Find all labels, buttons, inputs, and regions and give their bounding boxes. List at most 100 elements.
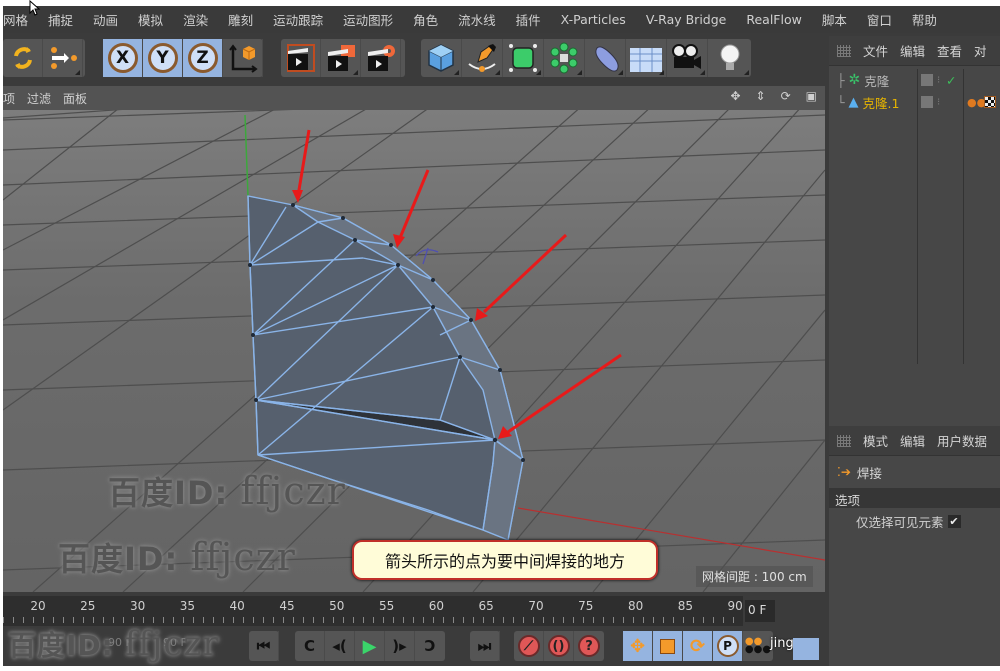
menu-item[interactable]: V-Ray Bridge — [646, 12, 727, 27]
cloner-button[interactable] — [544, 39, 585, 77]
menu-item[interactable]: X-Particles — [561, 12, 626, 27]
render-view-button[interactable] — [281, 39, 321, 77]
watermark-1: 百度ID: ffjczr — [108, 468, 346, 514]
render-settings-button[interactable] — [361, 39, 401, 77]
layout-button[interactable] — [793, 638, 819, 660]
menu-item[interactable]: 插件 — [516, 10, 541, 29]
timeline-tick-label: 45 — [279, 599, 295, 613]
play-button[interactable]: ▶ — [355, 631, 385, 661]
options-section-header[interactable]: 选项 — [829, 488, 1000, 508]
menu-item[interactable]: 运动图形 — [343, 10, 393, 29]
previous-key-button[interactable]: C — [295, 631, 325, 661]
menu-item[interactable]: 模拟 — [138, 10, 163, 29]
option-row: 仅选择可见元素 ✔ — [829, 508, 1000, 534]
menu-item[interactable]: 流水线 — [458, 10, 496, 29]
next-frame-button[interactable]: )▸ — [385, 631, 415, 661]
coordinate-system-button[interactable] — [223, 39, 263, 77]
autokey-button[interactable]: () — [544, 631, 574, 661]
arrow-2-head — [393, 234, 405, 248]
viewport-menu-filter[interactable]: 过滤 — [27, 90, 51, 107]
pen-tool-button[interactable] — [462, 39, 503, 77]
floor-button[interactable] — [626, 39, 667, 77]
menu-item[interactable]: RealFlow — [746, 12, 801, 27]
am-menu-edit[interactable]: 编辑 — [900, 431, 925, 450]
next-key-button[interactable]: Ↄ — [415, 631, 445, 661]
keyframe-help-button[interactable]: ? — [574, 631, 604, 661]
previous-key-icon: C — [303, 637, 315, 655]
move-view-icon[interactable]: ✥ — [730, 89, 740, 103]
previous-frame-button[interactable]: ◂( — [325, 631, 355, 661]
point-level-button[interactable]: ●● ●●● — [743, 631, 773, 661]
arrow-4 — [507, 353, 622, 434]
visibility-dots-icon[interactable]: ⁝ — [937, 75, 940, 86]
om-menu-file[interactable]: 文件 — [863, 41, 888, 60]
cube-button[interactable] — [421, 39, 462, 77]
annotation-callout: 箭头所示的点为要中间焊接的地方 — [352, 540, 658, 580]
toolbar-group-axis: X Y Z — [103, 39, 263, 77]
3d-viewport[interactable] — [3, 110, 825, 592]
menu-item[interactable]: 窗口 — [867, 10, 892, 29]
menu-item[interactable]: 网格 — [3, 10, 28, 29]
texture-tag-icon[interactable] — [984, 96, 996, 108]
menu-item[interactable]: 动画 — [93, 10, 118, 29]
viewport-menu-item[interactable]: 项 — [3, 90, 15, 107]
om-menu-view[interactable]: 查看 — [937, 41, 962, 60]
menu-item[interactable]: 脚本 — [822, 10, 847, 29]
maximize-view-icon[interactable]: ▣ — [806, 89, 817, 103]
visibility-dots-icon[interactable]: ⁝ — [937, 97, 940, 108]
render-picture-viewer-button[interactable] — [321, 39, 361, 77]
layer-icon[interactable] — [921, 96, 933, 108]
position-key-button[interactable]: ✥ — [623, 631, 653, 661]
om-menu-edit[interactable]: 编辑 — [900, 41, 925, 60]
timeline-tick-label: 40 — [229, 599, 245, 613]
toolbar-group-modes — [3, 39, 85, 77]
object-name[interactable]: 克隆 — [864, 71, 889, 90]
timeline-tick-label: 65 — [478, 599, 494, 613]
rotation-key-button[interactable]: ⟳ — [683, 631, 713, 661]
parameter-key-button[interactable]: P — [713, 631, 743, 661]
subdivision-surface-button[interactable] — [503, 39, 544, 77]
current-frame-field[interactable]: 0 F — [745, 600, 775, 622]
panel-grip-icon[interactable] — [837, 44, 851, 57]
weld-tool-button[interactable] — [43, 39, 83, 77]
object-row-cloner-1[interactable]: └ ▲ 克隆.1 ⁝ ●● — [829, 91, 1000, 113]
camera-button[interactable] — [667, 39, 708, 77]
scale-key-button[interactable] — [653, 631, 683, 661]
timeline-tick-label: 70 — [528, 599, 544, 613]
menu-item[interactable]: 帮助 — [912, 10, 937, 29]
go-to-end-button[interactable]: ⏭ — [470, 631, 500, 661]
layer-icon[interactable] — [921, 74, 933, 86]
reload-button[interactable] — [3, 39, 43, 77]
menu-item[interactable]: 雕刻 — [228, 10, 253, 29]
x-axis-lock-button[interactable]: X — [103, 39, 143, 77]
light-button[interactable] — [708, 39, 751, 77]
viewport-menu-panel[interactable]: 面板 — [63, 90, 87, 107]
arrow-1 — [296, 129, 311, 197]
object-name[interactable]: 克隆.1 — [863, 93, 900, 112]
object-row-cloner[interactable]: ├ ✲ 克隆 ⁝ ✓ — [829, 69, 1000, 91]
record-button[interactable]: ⟋ — [514, 631, 544, 661]
panel-grip-icon[interactable] — [837, 434, 851, 447]
y-axis-lock-button[interactable]: Y — [143, 39, 183, 77]
rotate-view-icon[interactable]: ⟳ — [781, 89, 791, 103]
only-visible-checkbox[interactable]: ✔ — [947, 514, 961, 528]
menu-item[interactable]: 渲染 — [183, 10, 208, 29]
z-axis-lock-button[interactable]: Z — [183, 39, 223, 77]
timeline-tick-label: 85 — [677, 599, 694, 613]
om-menu-object[interactable]: 对 — [974, 41, 987, 60]
zoom-view-icon[interactable]: ⇕ — [756, 89, 766, 103]
viewport-header: 项 过滤 面板 ✥ ⇕ ⟳ ▣ — [3, 86, 825, 110]
menu-item[interactable]: 角色 — [413, 10, 438, 29]
go-to-start-icon: ⏮ — [256, 637, 271, 655]
am-menu-mode[interactable]: 模式 — [863, 431, 888, 450]
am-menu-userdata[interactable]: 用户数据 — [937, 431, 987, 450]
menu-item[interactable]: 捕捉 — [48, 10, 73, 29]
go-to-start-button[interactable]: ⏮ — [249, 631, 279, 661]
main-toolbar: X Y Z — [3, 36, 825, 82]
timeline-ruler[interactable]: 20 25 30 35 40 45 50 55 60 65 70 75 80 85 90 — [3, 596, 743, 626]
previous-frame-icon: ◂( — [332, 637, 347, 655]
timeline-tick-label: 90 — [727, 599, 743, 613]
enabled-check-icon[interactable]: ✓ — [946, 73, 956, 88]
deformer-button[interactable] — [585, 39, 626, 77]
menu-item[interactable]: 运动跟踪 — [273, 10, 323, 29]
